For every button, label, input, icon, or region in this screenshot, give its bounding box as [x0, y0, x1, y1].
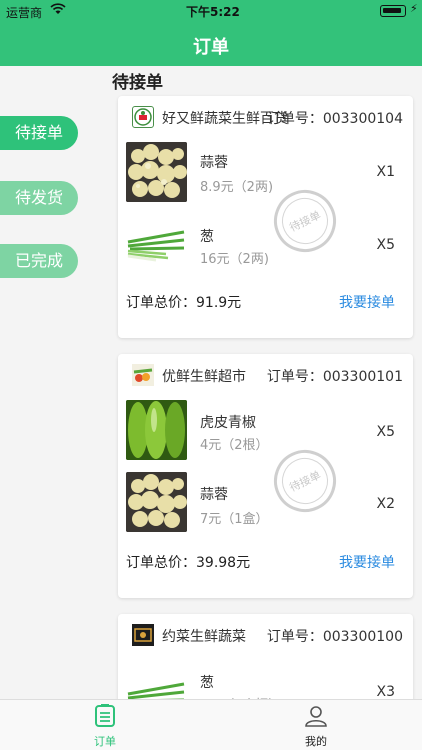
product-price: 16元（2两): [200, 252, 269, 267]
order-card: 优鲜生鲜超市 订单号：003300101 虎皮青椒 4元（2根） X5 蒜蓉 7…: [118, 354, 413, 598]
battery-icon: [380, 5, 406, 17]
status-bar: 运营商 下午5:22 ⚡: [0, 0, 422, 22]
section-title: 待接单: [112, 73, 163, 93]
tab-mine[interactable]: 我的: [276, 704, 356, 749]
tab-orders[interactable]: 订单: [65, 704, 145, 749]
order-total: 订单总价：39.98元: [126, 555, 251, 571]
status-time: 下午5:22: [186, 5, 240, 19]
tab-label: 订单: [94, 735, 116, 748]
stamp-label: 待接单: [287, 208, 323, 235]
tab-label: 我的: [305, 735, 327, 748]
tab-bar: 订单 我的: [0, 699, 422, 750]
wifi-icon: [50, 3, 66, 18]
product-image-green-pepper: [126, 400, 187, 460]
product-price: 7元（1盒）: [200, 512, 269, 527]
order-card: 约菜生鲜蔬菜 订单号：003300100 葱 3元（1小把） X3: [118, 614, 413, 726]
shop-logo: [132, 624, 154, 646]
product-quantity: X5: [376, 237, 396, 253]
product-name: 葱: [200, 229, 214, 245]
stamp-label: 待接单: [287, 468, 323, 495]
pending-stamp: 待接单: [263, 179, 347, 263]
order-number: 订单号：003300101: [266, 369, 403, 385]
shop-name: 约菜生鲜蔬菜: [162, 629, 246, 645]
product-name: 蒜蓉: [200, 487, 228, 503]
product-price: 8.9元（2两): [200, 180, 274, 195]
product-name: 葱: [200, 675, 214, 691]
charging-icon: ⚡: [410, 2, 418, 15]
order-card: 好又鲜蔬菜生鲜百货 订单号：003300104 蒜蓉 8.9元（2两) X1 葱…: [118, 96, 413, 338]
product-name: 虎皮青椒: [200, 415, 256, 431]
person-icon: [304, 706, 328, 731]
carrier-label: 运营商: [6, 6, 43, 20]
order-number: 订单号：003300104: [266, 111, 403, 127]
sidebar-item-completed[interactable]: 已完成: [0, 244, 78, 278]
product-quantity: X5: [376, 424, 396, 440]
order-total: 订单总价：91.9元: [126, 295, 242, 311]
product-quantity: X1: [376, 164, 396, 180]
product-quantity: X2: [376, 496, 396, 512]
product-name: 蒜蓉: [200, 155, 228, 171]
order-list-icon: [94, 704, 116, 731]
shop-logo: [132, 106, 154, 128]
product-price: 4元（2根）: [200, 438, 269, 453]
product-image-garlic: [126, 142, 187, 202]
pending-stamp: 待接单: [263, 439, 347, 523]
product-image-garlic: [126, 472, 187, 532]
status-sidebar: 待接单 待发货 已完成: [0, 66, 110, 699]
page-title: 订单: [193, 37, 229, 58]
accept-order-button[interactable]: 我要接单: [339, 292, 395, 312]
accept-order-button[interactable]: 我要接单: [339, 552, 395, 572]
nav-bar: 订单: [0, 22, 422, 66]
order-number: 订单号：003300100: [266, 629, 403, 645]
sidebar-item-pending-accept[interactable]: 待接单: [0, 116, 78, 150]
product-image-scallion: [126, 214, 187, 274]
sidebar-item-pending-ship[interactable]: 待发货: [0, 181, 78, 215]
shop-logo: [132, 364, 154, 386]
product-quantity: X3: [376, 684, 396, 700]
shop-name: 优鲜生鲜超市: [162, 369, 246, 385]
